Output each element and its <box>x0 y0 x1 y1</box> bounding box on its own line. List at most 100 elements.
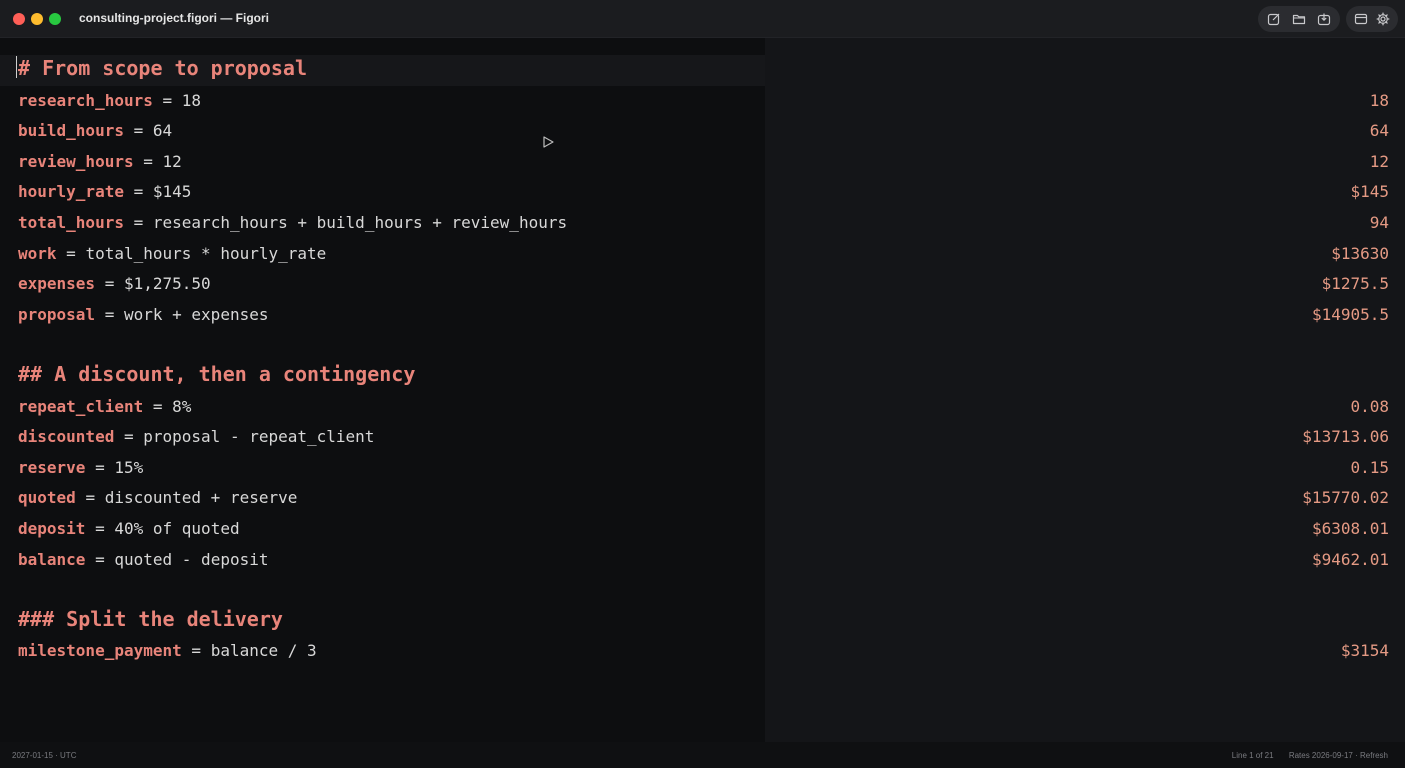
title-bar: consulting-project.figori — Figori <box>0 0 1405 38</box>
expression: research_hours + build_hours + review_ho… <box>152 213 568 232</box>
variable-name: proposal <box>18 305 96 324</box>
assign-operator: = <box>95 550 105 569</box>
line-reserve[interactable]: reserve = 15% <box>18 456 143 480</box>
heading-split-delivery[interactable]: ### Split the delivery <box>18 606 283 632</box>
result-research-hours[interactable]: 18 <box>1370 89 1389 113</box>
line-balance[interactable]: balance = quoted - deposit <box>18 548 268 572</box>
variable-name: repeat_client <box>18 397 144 416</box>
expression: 12 <box>162 152 182 171</box>
expression: total_hours * hourly_rate <box>85 244 327 263</box>
assign-operator: = <box>104 305 115 324</box>
line-research-hours[interactable]: research_hours = 18 <box>18 89 201 113</box>
result-total-hours[interactable]: 94 <box>1370 211 1389 235</box>
expression: quoted - deposit <box>114 550 269 569</box>
assign-operator: = <box>191 641 202 660</box>
assign-operator: = <box>95 458 105 477</box>
result-proposal[interactable]: $14905.5 <box>1312 303 1389 327</box>
result-work[interactable]: $13630 <box>1331 242 1389 266</box>
assign-operator: = <box>143 152 153 171</box>
variable-name: build_hours <box>18 121 124 140</box>
line-quoted[interactable]: quoted = discounted + reserve <box>18 486 297 510</box>
line-proposal[interactable]: proposal = work + expenses <box>18 303 268 327</box>
export-icon <box>1317 13 1330 26</box>
line-build-hours[interactable]: build_hours = 64 <box>18 119 172 143</box>
variable-name: work <box>18 244 57 263</box>
close-window-button[interactable] <box>13 13 25 25</box>
assign-operator: = <box>152 397 163 416</box>
result-discounted[interactable]: $13713.06 <box>1302 425 1389 449</box>
toolbar-file-group <box>1258 6 1340 32</box>
result-repeat-client[interactable]: 0.08 <box>1350 395 1389 419</box>
status-right-group: Line 1 of 21 Rates 2026-09-17 · Refresh <box>1219 751 1388 760</box>
new-note-button[interactable] <box>1262 8 1287 30</box>
line-milestone-payment[interactable]: milestone_payment = balance / 3 <box>18 639 317 663</box>
window-title: consulting-project.figori — Figori <box>79 11 269 25</box>
settings-gear-icon <box>1376 12 1390 26</box>
variable-name: discounted <box>18 427 115 446</box>
export-button[interactable] <box>1311 8 1336 30</box>
assign-operator: = <box>162 91 173 110</box>
expression: 8% <box>172 397 192 416</box>
result-balance[interactable]: $9462.01 <box>1312 548 1389 572</box>
result-quoted[interactable]: $15770.02 <box>1302 486 1389 510</box>
assign-operator: = <box>133 213 144 232</box>
line-hourly-rate[interactable]: hourly_rate = $145 <box>18 180 191 204</box>
mouse-pointer-icon <box>543 136 554 148</box>
editor-pane[interactable] <box>0 38 765 742</box>
status-date: 2027-01-15 · UTC <box>12 751 77 760</box>
toggle-panel-button[interactable] <box>1350 8 1372 30</box>
expression: discounted + reserve <box>104 488 298 507</box>
heading-discount-contingency[interactable]: ## A discount, then a contingency <box>18 361 415 387</box>
app-window: consulting-project.figori — Figori # Fro… <box>0 0 1405 768</box>
expression: balance / 3 <box>210 641 317 660</box>
results-pane <box>765 38 1405 742</box>
line-deposit[interactable]: deposit = 40% of quoted <box>18 517 240 541</box>
expression: $145 <box>152 182 192 201</box>
variable-name: research_hours <box>18 91 153 110</box>
variable-name: quoted <box>18 488 76 507</box>
variable-name: hourly_rate <box>18 182 124 201</box>
result-expenses[interactable]: $1275.5 <box>1322 272 1389 296</box>
expression: 64 <box>152 121 173 140</box>
new-note-icon <box>1268 13 1280 26</box>
assign-operator: = <box>133 182 144 201</box>
expression: proposal - repeat_client <box>143 427 375 446</box>
assign-operator: = <box>95 519 105 538</box>
assign-operator: = <box>66 244 76 263</box>
expression: $1,275.50 <box>123 274 211 293</box>
result-reserve[interactable]: 0.15 <box>1350 456 1389 480</box>
line-review-hours[interactable]: review_hours = 12 <box>18 150 182 174</box>
refresh-rates-link[interactable]: Refresh <box>1360 751 1388 760</box>
variable-name: expenses <box>18 274 96 293</box>
result-hourly-rate[interactable]: $145 <box>1350 180 1389 204</box>
maximize-window-button[interactable] <box>49 13 61 25</box>
result-review-hours[interactable]: 12 <box>1370 150 1389 174</box>
variable-name: review_hours <box>18 152 134 171</box>
result-deposit[interactable]: $6308.01 <box>1312 517 1389 541</box>
folder-icon <box>1292 14 1306 25</box>
assign-operator: = <box>104 274 115 293</box>
status-line-position: Line 1 of 21 <box>1231 751 1274 760</box>
variable-name: total_hours <box>18 213 124 232</box>
line-expenses[interactable]: expenses = $1,275.50 <box>18 272 211 296</box>
line-repeat-client[interactable]: repeat_client = 8% <box>18 395 191 419</box>
expression: work + expenses <box>123 305 269 324</box>
toolbar-view-group <box>1346 6 1398 32</box>
status-rates-date: Rates 2026-09-17 · <box>1288 751 1358 760</box>
minimize-window-button[interactable] <box>31 13 43 25</box>
expression: 18 <box>181 91 202 110</box>
assign-operator: = <box>123 427 134 446</box>
text-caret <box>16 56 17 78</box>
open-folder-button[interactable] <box>1287 8 1312 30</box>
heading-scope-to-proposal[interactable]: # From scope to proposal <box>18 55 307 81</box>
result-milestone-payment[interactable]: $3154 <box>1341 639 1389 663</box>
settings-button[interactable] <box>1372 8 1394 30</box>
variable-name: balance <box>18 550 86 569</box>
line-discounted[interactable]: discounted = proposal - repeat_client <box>18 425 374 449</box>
line-work[interactable]: work = total_hours * hourly_rate <box>18 242 326 266</box>
result-build-hours[interactable]: 64 <box>1370 119 1389 143</box>
line-total-hours[interactable]: total_hours = research_hours + build_hou… <box>18 211 567 235</box>
assign-operator: = <box>85 488 96 507</box>
assign-operator: = <box>133 121 144 140</box>
expression: 15% <box>114 458 144 477</box>
